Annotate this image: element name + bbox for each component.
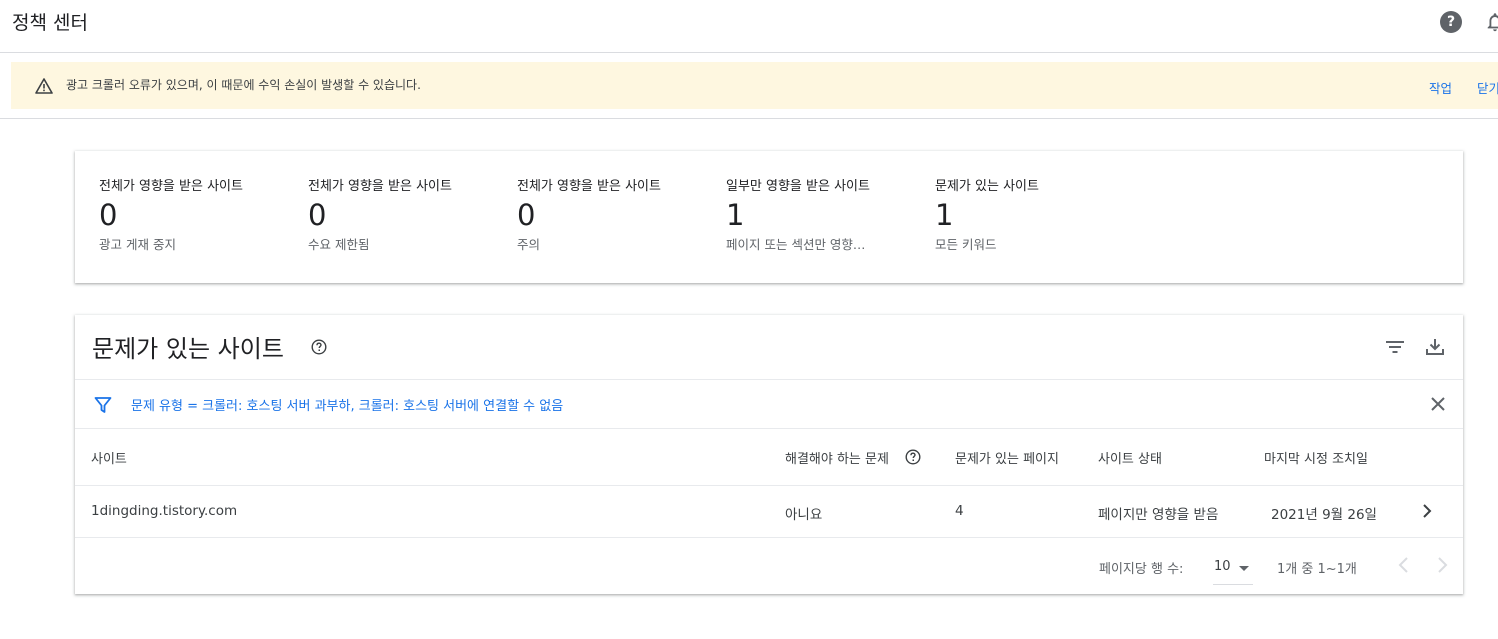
stat-label: 전체가 영향을 받은 사이트 (308, 179, 452, 194)
stat-sub: 광고 게재 중지 (99, 236, 176, 252)
help-circle-icon[interactable]: ? (1440, 11, 1462, 33)
column-header-status[interactable]: 사이트 상태 (1098, 448, 1162, 467)
cell-pages: 4 (955, 503, 964, 519)
column-header-site[interactable]: 사이트 (91, 448, 127, 467)
previous-page-chevron-icon[interactable] (1394, 555, 1414, 575)
page-title: 정책 센터 (12, 12, 88, 34)
table-header: 사이트 해결해야 하는 문제 문제가 있는 페이지 사이트 상태 마지막 시정 … (75, 429, 1463, 486)
stat-value: 0 (308, 198, 327, 232)
stat-value: 0 (517, 198, 536, 232)
stat-value: 1 (726, 198, 745, 232)
section-title: 문제가 있는 사이트 (92, 335, 284, 363)
stat-sub: 주의 (517, 236, 541, 252)
rows-per-page-select[interactable]: 10 (1213, 553, 1253, 585)
next-page-chevron-icon[interactable] (1432, 555, 1452, 575)
column-header-last-action[interactable]: 마지막 시정 조치일 (1264, 448, 1368, 467)
sites-table-card: 문제가 있는 사이트 문제 유형 = 크롤러: 호스팅 서버 과부하, 크롤러:… (75, 315, 1463, 594)
pagination-range: 1개 중 1~1개 (1277, 562, 1357, 577)
table-row[interactable]: 1dingding.tistory.com 아니요 4 페이지만 영향을 받음 … (75, 486, 1463, 538)
banner-action-button[interactable]: 작업 (1429, 78, 1452, 97)
active-filter-bar: 문제 유형 = 크롤러: 호스팅 서버 과부하, 크롤러: 호스팅 서버에 연결… (75, 379, 1463, 429)
filter-chip[interactable]: 문제 유형 = 크롤러: 호스팅 서버 과부하, 크롤러: 호스팅 서버에 연결… (131, 395, 563, 414)
cell-site: 1dingding.tistory.com (91, 503, 238, 519)
summary-card: 전체가 영향을 받은 사이트 0 광고 게재 중지 전체가 영향을 받은 사이트… (75, 151, 1463, 283)
stat-sub: 모든 키워드 (935, 236, 997, 252)
rows-per-page-label: 페이지당 행 수: (1099, 562, 1184, 577)
banner-close-button[interactable]: 닫기 (1477, 78, 1498, 97)
banner-message: 광고 크롤러 오류가 있으며, 이 때문에 수익 손실이 발생할 수 있습니다. (66, 78, 421, 92)
filter-list-icon[interactable] (1384, 336, 1406, 358)
app-bar: 정책 센터 ? (0, 0, 1498, 53)
filter-funnel-icon (94, 396, 112, 414)
cell-needs-fix: 아니요 (785, 507, 823, 523)
stat-label: 전체가 영향을 받은 사이트 (99, 179, 243, 194)
stat-value: 1 (935, 198, 954, 232)
chevron-right-icon[interactable] (1418, 502, 1436, 520)
warning-banner: 광고 크롤러 오류가 있으며, 이 때문에 수익 손실이 발생할 수 있습니다.… (11, 62, 1498, 109)
column-header-pages[interactable]: 문제가 있는 페이지 (955, 448, 1059, 467)
cell-last-action: 2021년 9월 26일 (1271, 507, 1377, 523)
warning-triangle-icon (35, 78, 53, 94)
cell-status: 페이지만 영향을 받음 (1098, 507, 1219, 523)
stat-label: 문제가 있는 사이트 (935, 179, 1039, 194)
download-icon[interactable] (1424, 336, 1446, 358)
column-header-needs-fix[interactable]: 해결해야 하는 문제 (785, 448, 889, 467)
stat-value: 0 (99, 198, 118, 232)
clear-filter-close-icon[interactable] (1428, 394, 1448, 414)
help-outline-icon[interactable] (905, 449, 921, 465)
stat-label: 일부만 영향을 받은 사이트 (726, 179, 870, 194)
stat-problem-sites[interactable]: 문제가 있는 사이트 1 모든 키워드 (935, 175, 1135, 253)
rows-per-page-value: 10 (1214, 559, 1231, 574)
dropdown-caret-icon (1239, 566, 1249, 571)
stat-label: 전체가 영향을 받은 사이트 (517, 179, 661, 194)
stat-sub: 수요 제한됨 (308, 236, 370, 252)
stat-sub: 페이지 또는 섹션만 영향… (726, 236, 866, 252)
stat-paused[interactable]: 전체가 영향을 받은 사이트 0 광고 게재 중지 (99, 175, 299, 253)
notifications-bell-icon[interactable] (1484, 11, 1498, 33)
stat-warning[interactable]: 전체가 영향을 받은 사이트 0 주의 (517, 175, 717, 253)
divider (0, 118, 1498, 119)
stat-partial[interactable]: 일부만 영향을 받은 사이트 1 페이지 또는 섹션만 영향… (726, 175, 926, 253)
stat-limited[interactable]: 전체가 영향을 받은 사이트 0 수요 제한됨 (308, 175, 508, 253)
help-outline-icon[interactable] (311, 339, 327, 355)
